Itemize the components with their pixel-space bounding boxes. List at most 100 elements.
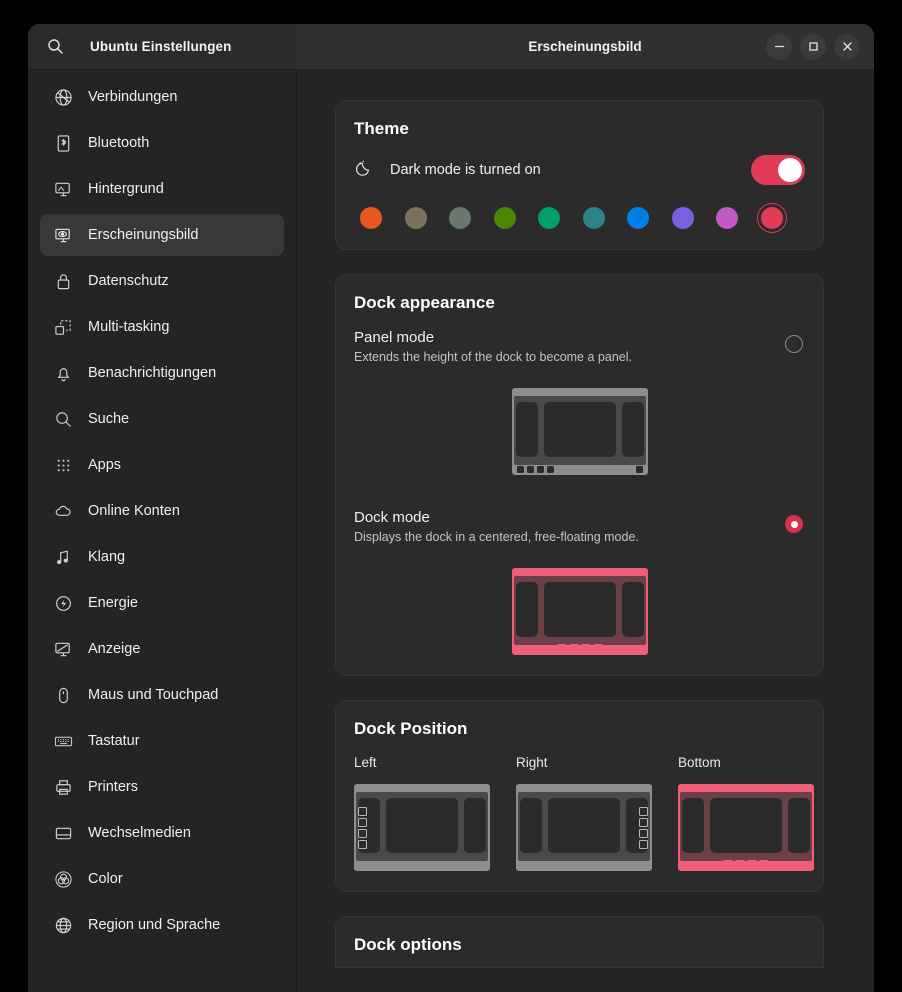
sidebar-item-label: Online Konten: [88, 503, 180, 519]
sidebar-item-label: Bluetooth: [88, 135, 150, 151]
accent-swatch-magenta[interactable]: [716, 207, 761, 229]
dark-mode-toggle[interactable]: [751, 155, 805, 185]
sidebar-item-printers[interactable]: Printers: [40, 766, 284, 808]
accent-selected-ring: [756, 203, 787, 233]
dock-position-right[interactable]: Right: [516, 755, 652, 871]
sidebar-item-label: Anzeige: [88, 641, 141, 657]
accent-swatch-purple[interactable]: [671, 207, 717, 229]
sidebar-item-label: Printers: [88, 779, 138, 795]
sidebar-item-label: Datenschutz: [88, 273, 169, 289]
app-title: Ubuntu Einstellungen: [90, 39, 232, 54]
sidebar-item-wechselmedien[interactable]: Wechselmedien: [40, 812, 284, 854]
window-controls: [766, 33, 874, 60]
dock-position-options: Left Right Bottom: [354, 755, 814, 871]
panel-mode-title: Panel mode: [354, 329, 435, 346]
maximize-button[interactable]: [800, 33, 826, 60]
settings-window: Ubuntu Einstellungen Erscheinungsbild Ve…: [28, 24, 874, 992]
sidebar-header: Ubuntu Einstellungen: [28, 24, 296, 70]
sidebar-item-label: Klang: [88, 549, 126, 565]
panel-mode-text: Panel mode Extends the height of the doc…: [354, 329, 785, 364]
dock-appearance-card: Dock appearance Panel mode Extends the h…: [335, 274, 824, 676]
mouse-icon: [52, 684, 74, 706]
dock-appearance-title: Dock appearance: [354, 293, 495, 312]
sidebar-item-bluetooth[interactable]: Bluetooth: [40, 122, 284, 164]
dock-position-title: Dock Position: [354, 719, 468, 738]
sidebar-item-datenschutz[interactable]: Datenschutz: [40, 260, 284, 302]
globe-icon: [52, 914, 74, 936]
sidebar-item-benachrichtigungen[interactable]: Benachrichtigungen: [40, 352, 284, 394]
panel-mode-radio[interactable]: [785, 335, 803, 353]
moon-icon: [354, 158, 376, 183]
sidebar-item-label: Wechselmedien: [88, 825, 191, 841]
dock-mode-illustration[interactable]: [354, 568, 805, 655]
content-pane: Theme Dark mode is turned on Dock appear…: [296, 70, 874, 992]
removable-media-icon: [52, 822, 74, 844]
sidebar-item-erscheinungsbild[interactable]: Erscheinungsbild: [40, 214, 284, 256]
music-note-icon: [52, 546, 74, 568]
sidebar-item-tastatur[interactable]: Tastatur: [40, 720, 284, 762]
dock-position-right-label: Right: [516, 755, 548, 770]
sidebar-item-label: Hintergrund: [88, 181, 164, 197]
dock-mode-description: Displays the dock in a centered, free-fl…: [354, 530, 639, 544]
display-icon: [52, 638, 74, 660]
sidebar-item-label: Benachrichtigungen: [88, 365, 217, 381]
wallpaper-icon: [52, 178, 74, 200]
sidebar-item-region-und-sprache[interactable]: Region und Sprache: [40, 904, 284, 946]
title-bar: Ubuntu Einstellungen Erscheinungsbild: [28, 24, 874, 70]
color-icon: [52, 868, 74, 890]
sidebar-item-label: Verbindungen: [88, 89, 178, 105]
accent-swatch-bark[interactable]: [404, 207, 450, 229]
dock-position-left-illustration[interactable]: [354, 784, 490, 871]
minimize-button[interactable]: [766, 33, 792, 60]
theme-card: Theme Dark mode is turned on: [335, 100, 824, 250]
sidebar-item-label: Maus und Touchpad: [88, 687, 219, 703]
dock-position-bottom-illustration[interactable]: [678, 784, 814, 871]
sidebar-item-label: Energie: [88, 595, 138, 611]
dock-position-bottom[interactable]: Bottom: [678, 755, 814, 871]
appearance-icon: [52, 224, 74, 246]
dock-mode-title: Dock mode: [354, 509, 430, 526]
accent-swatch-prussian-green[interactable]: [582, 207, 628, 229]
keyboard-icon: [52, 730, 74, 752]
sidebar-item-label: Multi-tasking: [88, 319, 170, 335]
sidebar: Verbindungen Bluetooth Hintergrund Ersch…: [28, 70, 296, 992]
sidebar-item-label: Erscheinungsbild: [88, 227, 199, 243]
printer-icon: [52, 776, 74, 798]
accent-swatch-red[interactable]: [756, 203, 806, 233]
dock-mode-option[interactable]: Dock mode Displays the dock in a centere…: [354, 509, 805, 544]
accent-swatch-viridian[interactable]: [538, 207, 583, 229]
sidebar-item-color[interactable]: Color: [40, 858, 284, 900]
dock-position-bottom-label: Bottom: [678, 755, 721, 770]
sidebar-item-online-konten[interactable]: Online Konten: [40, 490, 284, 532]
accent-color-swatches: [354, 203, 806, 233]
accent-swatch-orange[interactable]: [360, 207, 405, 229]
close-button[interactable]: [834, 33, 860, 60]
accent-swatch-blue[interactable]: [627, 207, 672, 229]
dock-position-right-illustration[interactable]: [516, 784, 652, 871]
sidebar-item-anzeige[interactable]: Anzeige: [40, 628, 284, 670]
sidebar-item-label: Color: [88, 871, 123, 887]
panel-mode-option[interactable]: Panel mode Extends the height of the doc…: [354, 329, 805, 364]
sidebar-item-label: Region und Sprache: [88, 917, 221, 933]
sidebar-item-apps[interactable]: Apps: [40, 444, 284, 486]
sidebar-item-maus-und-touchpad[interactable]: Maus und Touchpad: [40, 674, 284, 716]
network-icon: [52, 86, 74, 108]
bluetooth-icon: [52, 132, 74, 154]
dock-mode-radio[interactable]: [785, 515, 803, 533]
toggle-knob: [778, 158, 802, 182]
sidebar-item-energie[interactable]: Energie: [40, 582, 284, 624]
title-bar-main: Erscheinungsbild: [296, 24, 874, 70]
accent-swatch-olive[interactable]: [493, 207, 539, 229]
sidebar-item-multi-tasking[interactable]: Multi-tasking: [40, 306, 284, 348]
sidebar-item-hintergrund[interactable]: Hintergrund: [40, 168, 284, 210]
panel-mode-illustration[interactable]: [354, 388, 805, 475]
dock-position-left[interactable]: Left: [354, 755, 490, 871]
sidebar-item-suche[interactable]: Suche: [40, 398, 284, 440]
sidebar-item-label: Suche: [88, 411, 130, 427]
sidebar-item-verbindungen[interactable]: Verbindungen: [40, 76, 284, 118]
sidebar-item-klang[interactable]: Klang: [40, 536, 284, 578]
search-icon[interactable]: [40, 32, 70, 62]
dock-mode-text: Dock mode Displays the dock in a centere…: [354, 509, 785, 544]
windows-icon: [52, 316, 74, 338]
accent-swatch-sage[interactable]: [449, 207, 494, 229]
